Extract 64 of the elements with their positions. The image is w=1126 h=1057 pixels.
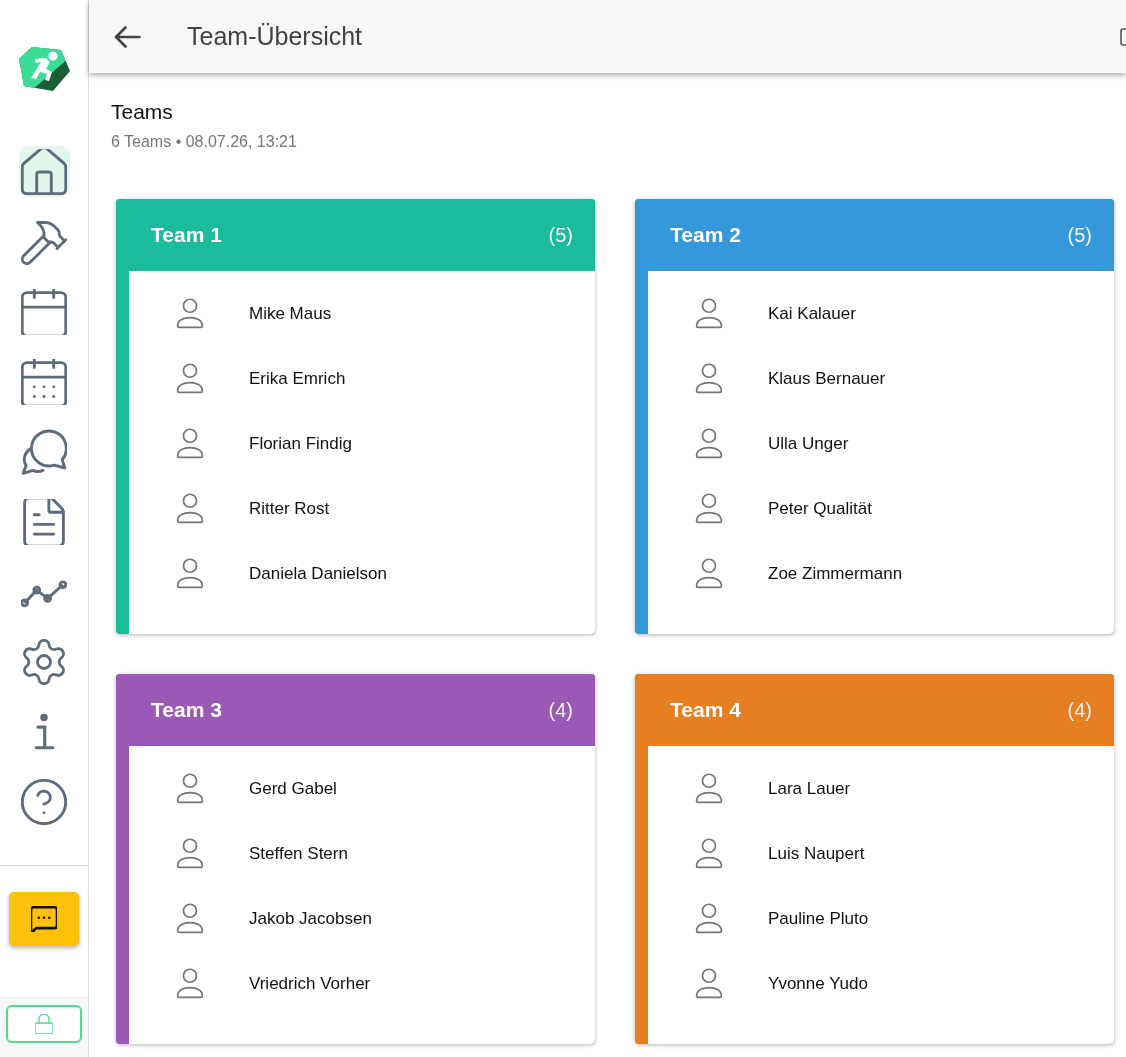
member-name: Gerd Gabel (249, 777, 337, 800)
chat-bubbles-icon (21, 428, 67, 475)
person-icon (176, 968, 204, 999)
member-name: Steffen Stern (249, 842, 348, 865)
member-name: Daniela Danielson (249, 562, 387, 585)
member-count: (4) (548, 698, 573, 723)
member-count: (5) (1067, 223, 1092, 248)
sidebar-item[interactable] (18, 356, 70, 407)
member-name: Kai Kalauer (768, 302, 856, 325)
calendar-icon (21, 288, 67, 335)
member-name: Klaus Bernauer (768, 367, 886, 390)
member-count: (4) (1067, 698, 1092, 723)
sidebar-item[interactable] (18, 146, 70, 197)
back-arrow-icon (113, 25, 141, 48)
person-icon (176, 493, 204, 524)
person-icon (176, 363, 204, 394)
person-icon (176, 903, 204, 934)
settings-icon (21, 638, 67, 685)
home-icon (21, 148, 67, 195)
person-icon (695, 968, 723, 999)
member-name: Yvonne Yudo (768, 972, 868, 995)
member-name: Erika Emrich (249, 367, 346, 390)
back-button[interactable] (113, 24, 141, 49)
page-title: Team-Übersicht (187, 20, 363, 52)
person-icon (695, 558, 723, 589)
member-name: Mike Maus (249, 302, 332, 325)
person-icon (176, 298, 204, 329)
team-name: Team 4 (670, 697, 741, 724)
member-name: Jakob Jacobsen (249, 907, 372, 930)
section-subtitle: 6 Teams • 08.07.26, 13:21 (111, 132, 298, 152)
member-name: Luis Naupert (768, 842, 865, 865)
person-icon (176, 428, 204, 459)
section-title: Teams (111, 100, 174, 124)
member-name: Ritter Rost (249, 497, 330, 520)
chat-button[interactable] (9, 892, 79, 946)
member-name: Florian Findig (249, 432, 352, 455)
member-name: Vriedrich Vorher (249, 972, 371, 995)
person-icon (695, 903, 723, 934)
help-icon (21, 778, 67, 825)
team-name: Team 1 (151, 222, 222, 249)
member-name: Peter Qualität (768, 497, 872, 520)
sidebar-item[interactable] (18, 776, 70, 827)
person-icon (695, 363, 723, 394)
lock-icon (35, 1014, 53, 1034)
person-icon (695, 493, 723, 524)
member-name: Ulla Unger (768, 432, 849, 455)
hammer-icon (21, 218, 67, 265)
calendar-icon (21, 358, 67, 405)
person-icon (176, 558, 204, 589)
person-icon (176, 838, 204, 869)
person-icon (695, 838, 723, 869)
member-count: (5) (548, 223, 573, 248)
person-icon (695, 298, 723, 329)
team-name: Team 3 (151, 697, 222, 724)
person-icon (695, 773, 723, 804)
person-icon (176, 773, 204, 804)
member-name: Lara Lauer (768, 777, 851, 800)
document-icon (21, 498, 67, 545)
sidebar-item[interactable] (18, 286, 70, 337)
person-icon (695, 428, 723, 459)
team-name: Team 2 (670, 222, 741, 249)
speech-bubble-icon (31, 906, 57, 932)
member-name: Zoe Zimmermann (768, 562, 903, 585)
member-name: Pauline Pluto (768, 907, 869, 930)
